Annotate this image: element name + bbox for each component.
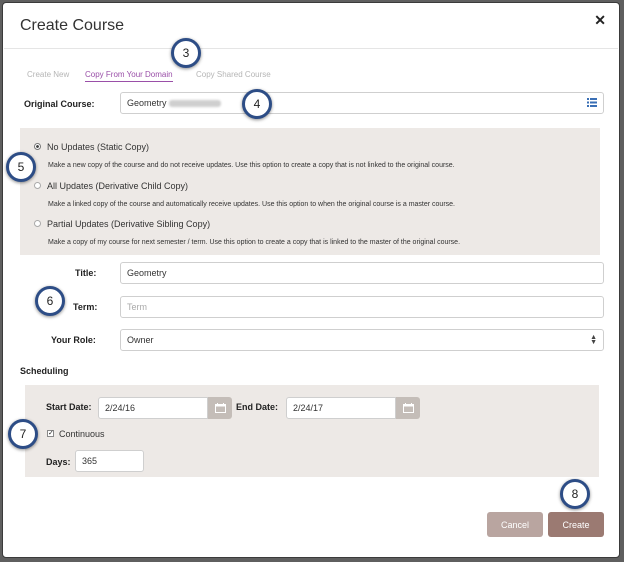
tab-copy-from-domain[interactable]: Copy From Your Domain [85,70,173,82]
end-date-input[interactable]: 2/24/17 [286,397,396,419]
redacted-id [168,100,221,108]
option-all-updates[interactable]: All Updates (Derivative Child Copy) [34,181,188,191]
option-partial-updates-description: Make a copy of my course for next semest… [48,239,461,246]
original-course-label: Original Course: [24,99,95,109]
radio-all-updates[interactable] [34,182,41,190]
term-label: Term: [73,302,98,312]
create-course-dialog: Create Course ✕ Create New Copy From You… [2,2,620,558]
radio-no-updates[interactable] [34,143,41,151]
days-label: Days: [46,457,71,467]
select-arrows-icon: ▲ ▼ [590,334,597,346]
title-field[interactable]: Geometry [120,262,604,284]
header-divider [4,48,618,49]
option-no-updates[interactable]: No Updates (Static Copy) [34,142,149,152]
end-date-label: End Date: [236,402,279,412]
create-button[interactable]: Create [548,512,604,537]
list-grid-icon[interactable] [587,98,597,107]
continuous-checkbox[interactable]: ✓ [47,430,54,438]
option-no-updates-description: Make a new copy of the course and do not… [48,162,455,169]
original-course-field[interactable]: Geometry [120,92,604,114]
original-course-value: Geometry [127,98,167,108]
callout-badge: 3 [171,38,201,68]
option-all-updates-description: Make a linked copy of the course and aut… [48,201,455,208]
continuous-option[interactable]: ✓ Continuous [47,429,105,439]
calendar-icon[interactable] [208,397,232,419]
start-date-input[interactable]: 2/24/16 [98,397,208,419]
callout-badge: 5 [6,152,36,182]
radio-partial-updates[interactable] [34,220,41,228]
scheduling-panel: Start Date: 2/24/16 End Date: 2/24/17 ✓ C… [25,385,599,477]
cancel-button[interactable]: Cancel [487,512,543,537]
option-all-updates-label: All Updates (Derivative Child Copy) [47,181,189,191]
tab-create-new[interactable]: Create New [27,70,69,79]
option-partial-updates-label: Partial Updates (Derivative Sibling Copy… [47,219,211,229]
continuous-label: Continuous [59,429,105,439]
close-icon[interactable]: ✕ [594,12,606,29]
start-date-label: Start Date: [46,402,92,412]
scheduling-heading: Scheduling [20,366,69,376]
term-field[interactable]: Term [120,296,604,318]
role-label: Your Role: [51,335,96,345]
dialog-title: Create Course [20,17,125,34]
title-label: Title: [75,268,97,278]
calendar-icon[interactable] [396,397,420,419]
callout-badge: 8 [560,479,590,509]
option-partial-updates[interactable]: Partial Updates (Derivative Sibling Copy… [34,219,210,229]
tab-copy-shared-course[interactable]: Copy Shared Course [196,70,271,79]
callout-badge: 6 [35,286,65,316]
role-value: Owner [127,335,154,345]
role-select[interactable]: Owner ▲ ▼ [120,329,604,351]
copy-options-panel: No Updates (Static Copy) Make a new copy… [20,128,600,255]
days-input[interactable]: 365 [75,450,144,472]
callout-badge: 4 [242,89,272,119]
callout-badge: 7 [8,419,38,449]
option-no-updates-label: No Updates (Static Copy) [47,142,150,152]
